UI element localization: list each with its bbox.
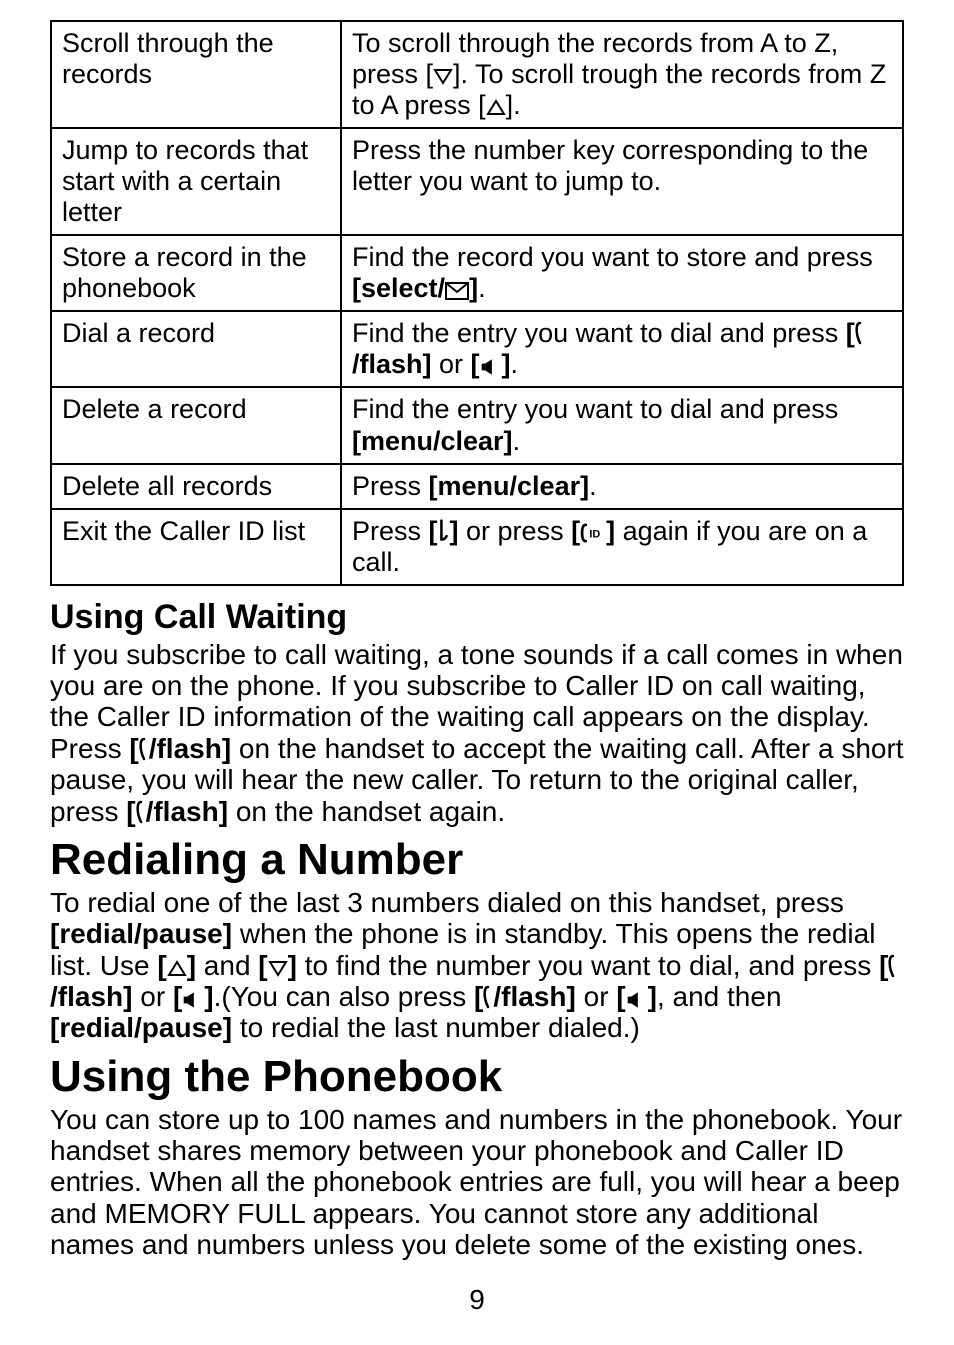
- row-dial-right: Find the entry you want to dial and pres…: [341, 311, 903, 387]
- row-exit-left: Exit the Caller ID list: [51, 509, 341, 585]
- speaker-icon: [626, 991, 648, 1009]
- row-scroll-right: To scroll through the records from A to …: [341, 21, 903, 128]
- instruction-table: Scroll through the records To scroll thr…: [50, 20, 904, 586]
- talk-icon: [483, 985, 493, 1009]
- heading-phonebook: Using the Phonebook: [50, 1052, 904, 1102]
- row-store-right: Find the record you want to store and pr…: [341, 235, 903, 311]
- row-scroll-left: Scroll through the records: [51, 21, 341, 128]
- redial-paragraph: To redial one of the last 3 numbers dial…: [50, 887, 904, 1044]
- speaker-icon: [182, 991, 204, 1009]
- envelope-icon: [445, 282, 469, 300]
- row-delete-left: Delete a record: [51, 387, 341, 463]
- row-deleteall-left: Delete all records: [51, 464, 341, 509]
- heading-call-waiting: Using Call Waiting: [50, 598, 904, 637]
- row-deleteall-right: Press [menu/clear].: [341, 464, 903, 509]
- row-jump-left: Jump to records that start with a certai…: [51, 128, 341, 235]
- row-delete-right: Find the entry you want to dial and pres…: [341, 387, 903, 463]
- up-triangle-icon: [486, 97, 506, 117]
- end-icon: [438, 519, 450, 543]
- down-triangle-icon: [268, 958, 288, 978]
- heading-redial: Redialing a Number: [50, 835, 904, 885]
- up-triangle-icon: [167, 958, 187, 978]
- talk-icon: [855, 321, 865, 345]
- talk-icon: [888, 954, 898, 978]
- cid-icon: [580, 523, 606, 543]
- row-store-left: Store a record in the phonebook: [51, 235, 341, 311]
- row-exit-right: Press [] or press [] again if you are on…: [341, 509, 903, 585]
- call-waiting-paragraph: If you subscribe to call waiting, a tone…: [50, 639, 904, 827]
- down-triangle-icon: [433, 66, 453, 86]
- row-jump-right: Press the number key corresponding to th…: [341, 128, 903, 235]
- speaker-icon: [480, 358, 502, 376]
- talk-icon: [136, 800, 146, 824]
- row-dial-left: Dial a record: [51, 311, 341, 387]
- page-number: 9: [50, 1284, 904, 1316]
- talk-icon: [139, 737, 149, 761]
- phonebook-paragraph: You can store up to 100 names and number…: [50, 1104, 904, 1261]
